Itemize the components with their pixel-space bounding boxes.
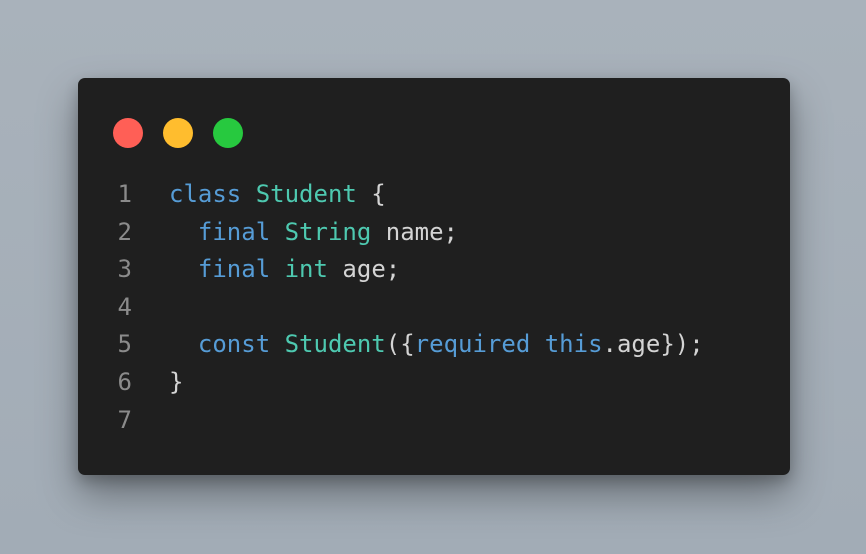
code-token: final — [197, 217, 271, 246]
code-block: 1 class Student {2 final String name; 3 fi… — [78, 176, 790, 439]
close-button[interactable] — [113, 118, 143, 148]
code-line: 3 final int age; — [78, 251, 790, 289]
code-token: required — [414, 330, 531, 359]
code-text: final String name; — [132, 214, 458, 252]
maximize-button[interactable] — [213, 118, 243, 148]
code-token: const — [197, 330, 271, 359]
code-token: ({ — [385, 330, 415, 359]
code-token: name; — [371, 217, 459, 246]
code-token: final — [197, 255, 271, 284]
code-line: 1 class Student { — [78, 176, 790, 214]
code-text: const Student({required this.age}); — [132, 326, 704, 364]
code-token: class — [169, 180, 242, 208]
line-number: 4 — [117, 292, 132, 321]
line-number: 7 — [117, 405, 132, 434]
line-number: 3 — [117, 255, 132, 284]
window-controls — [113, 118, 243, 148]
line-number: 1 — [117, 180, 132, 208]
code-token: this — [544, 330, 603, 359]
code-text: } — [132, 364, 183, 402]
code-token: } — [169, 367, 184, 396]
minimize-button[interactable] — [163, 118, 193, 148]
line-number: 6 — [117, 367, 132, 396]
code-token: String — [284, 217, 372, 246]
code-token: { — [356, 180, 386, 208]
code-text: class Student { — [132, 176, 386, 214]
code-line: 2 final String name; — [78, 214, 790, 252]
line-number: 5 — [117, 330, 132, 359]
code-line: 4 — [78, 289, 790, 327]
code-window: 1 class Student {2 final String name; 3 fi… — [78, 78, 790, 475]
code-token: int — [284, 255, 328, 284]
code-token: .age}); — [602, 330, 704, 359]
code-text: final int age; — [132, 251, 400, 289]
code-token: Student — [255, 180, 357, 208]
code-line: 5 const Student({required this.age}); — [78, 326, 790, 364]
line-number: 2 — [117, 217, 132, 246]
code-line: 7 — [78, 402, 790, 440]
code-line: 6} — [78, 364, 790, 402]
code-token: age; — [327, 255, 401, 284]
code-token: Student — [284, 330, 386, 359]
